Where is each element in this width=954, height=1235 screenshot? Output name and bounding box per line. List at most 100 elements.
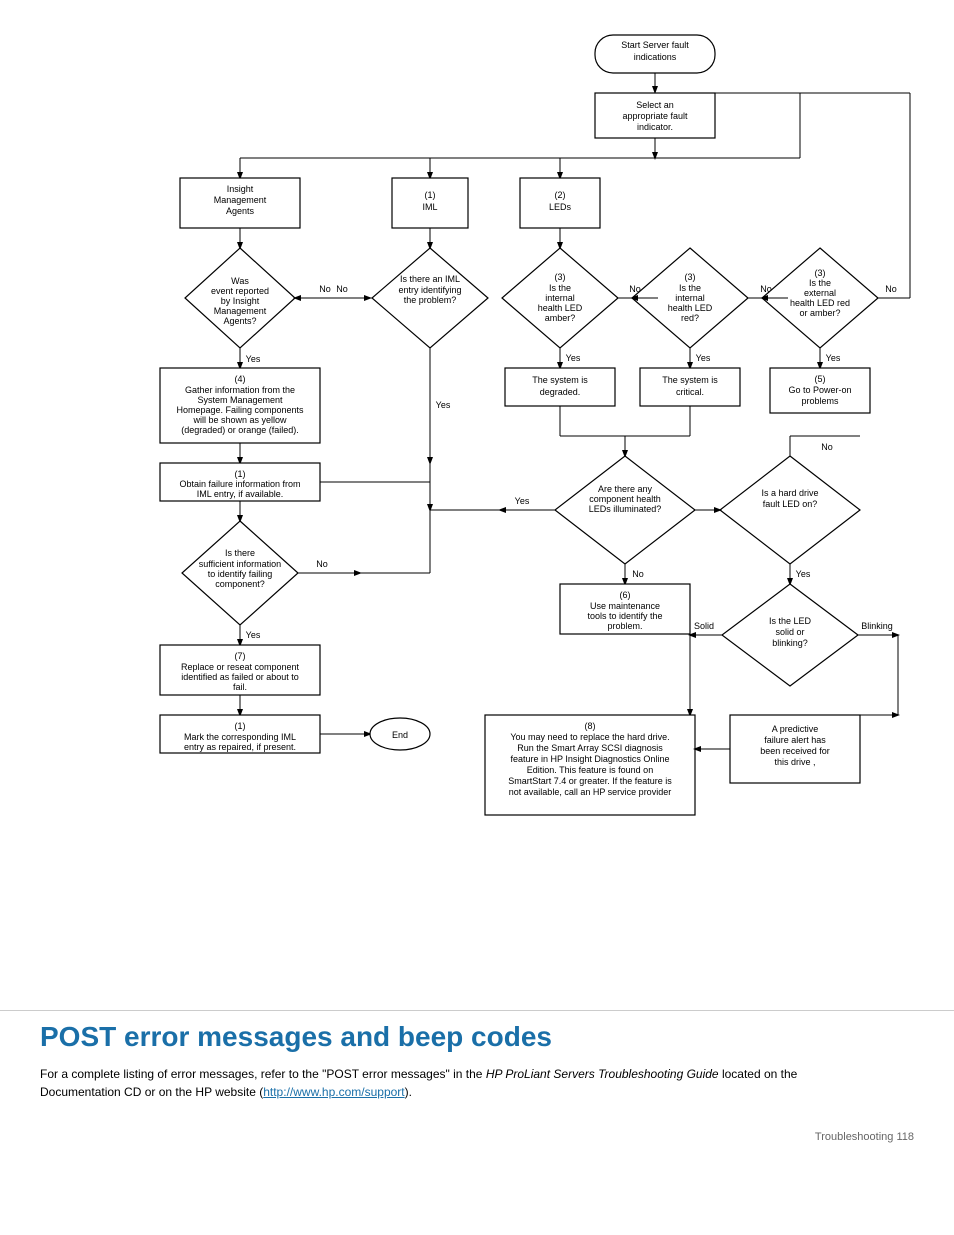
svg-text:No: No bbox=[319, 284, 331, 294]
svg-text:Yes: Yes bbox=[515, 496, 530, 506]
svg-text:internal: internal bbox=[545, 293, 575, 303]
svg-text:Select an: Select an bbox=[636, 100, 674, 110]
svg-text:(1): (1) bbox=[425, 190, 436, 200]
svg-text:event reported: event reported bbox=[211, 286, 269, 296]
svg-text:will be shown as yellow: will be shown as yellow bbox=[192, 415, 287, 425]
svg-text:(1): (1) bbox=[235, 469, 246, 479]
svg-text:Management: Management bbox=[214, 306, 267, 316]
svg-text:IML: IML bbox=[422, 202, 437, 212]
svg-text:to identify failing: to identify failing bbox=[208, 569, 273, 579]
svg-text:Is there an IML: Is there an IML bbox=[400, 274, 460, 284]
svg-text:Go to Power-on: Go to Power-on bbox=[788, 385, 851, 395]
svg-text:LEDs illuminated?: LEDs illuminated? bbox=[589, 504, 662, 514]
svg-text:Gather information from the: Gather information from the bbox=[185, 385, 295, 395]
svg-text:No: No bbox=[316, 559, 328, 569]
svg-text:Yes: Yes bbox=[826, 353, 841, 363]
svg-text:identified as failed or about: identified as failed or about to bbox=[181, 672, 299, 682]
post-body-italic: HP ProLiant Servers Troubleshooting Guid… bbox=[486, 1067, 719, 1081]
svg-text:red?: red? bbox=[681, 313, 699, 323]
svg-text:Yes: Yes bbox=[796, 569, 811, 579]
svg-text:tools to identify the: tools to identify the bbox=[587, 611, 662, 621]
post-title: POST error messages and beep codes bbox=[40, 1021, 914, 1053]
svg-text:(5): (5) bbox=[815, 374, 826, 384]
svg-text:degraded.: degraded. bbox=[540, 387, 581, 397]
flowchart-area: Start Server fault indications Select an… bbox=[40, 20, 920, 980]
svg-text:Was: Was bbox=[231, 276, 249, 286]
svg-text:component health: component health bbox=[589, 494, 661, 504]
svg-text:No: No bbox=[336, 284, 348, 294]
svg-text:Agents?: Agents? bbox=[223, 316, 256, 326]
svg-text:The system is: The system is bbox=[532, 375, 588, 385]
svg-text:(3): (3) bbox=[815, 268, 826, 278]
svg-text:(4): (4) bbox=[235, 374, 246, 384]
svg-text:component?: component? bbox=[215, 579, 265, 589]
post-link[interactable]: http://www.hp.com/support bbox=[263, 1085, 404, 1099]
svg-text:A predictive: A predictive bbox=[772, 724, 819, 734]
svg-text:(6): (6) bbox=[620, 590, 631, 600]
svg-text:Yes: Yes bbox=[696, 353, 711, 363]
svg-text:Obtain failure information fro: Obtain failure information from bbox=[179, 479, 300, 489]
svg-text:Homepage. Failing components: Homepage. Failing components bbox=[176, 405, 304, 415]
svg-text:SmartStart 7.4 or greater. If: SmartStart 7.4 or greater. If the featur… bbox=[508, 776, 672, 786]
svg-text:Is a hard drive: Is a hard drive bbox=[761, 488, 818, 498]
svg-text:Replace or reseat component: Replace or reseat component bbox=[181, 662, 300, 672]
svg-text:appropriate fault: appropriate fault bbox=[622, 111, 688, 121]
svg-text:Is the LED: Is the LED bbox=[769, 616, 812, 626]
svg-text:Run the Smart Array SCSI diagn: Run the Smart Array SCSI diagnosis bbox=[517, 743, 663, 753]
svg-text:(degraded) or orange (failed).: (degraded) or orange (failed). bbox=[181, 425, 299, 435]
svg-text:entry identifying: entry identifying bbox=[398, 285, 461, 295]
svg-text:the problem?: the problem? bbox=[404, 295, 457, 305]
svg-text:(3): (3) bbox=[555, 272, 566, 282]
svg-text:Edition. This feature is found: Edition. This feature is found on bbox=[527, 765, 653, 775]
post-body-part3: ). bbox=[405, 1085, 412, 1099]
svg-text:failure alert has: failure alert has bbox=[764, 735, 826, 745]
svg-text:Blinking: Blinking bbox=[861, 621, 893, 631]
svg-text:System Management: System Management bbox=[197, 395, 283, 405]
svg-text:(3): (3) bbox=[685, 272, 696, 282]
page-footer: Troubleshooting 118 bbox=[0, 1121, 954, 1153]
svg-text:sufficient information: sufficient information bbox=[199, 559, 281, 569]
svg-text:internal: internal bbox=[675, 293, 705, 303]
svg-text:amber?: amber? bbox=[545, 313, 576, 323]
svg-text:Are there any: Are there any bbox=[598, 484, 653, 494]
svg-text:Agents: Agents bbox=[226, 206, 255, 216]
svg-text:(7): (7) bbox=[235, 651, 246, 661]
svg-text:problem.: problem. bbox=[607, 621, 642, 631]
svg-text:LEDs: LEDs bbox=[549, 202, 572, 212]
svg-text:Solid: Solid bbox=[694, 621, 714, 631]
svg-text:Yes: Yes bbox=[246, 354, 261, 364]
svg-text:external: external bbox=[804, 288, 836, 298]
svg-text:fail.: fail. bbox=[233, 682, 247, 692]
svg-text:health LED: health LED bbox=[668, 303, 713, 313]
svg-text:You may need to replace the ha: You may need to replace the hard drive. bbox=[510, 732, 669, 742]
svg-text:not available, call an HP serv: not available, call an HP service provid… bbox=[509, 787, 671, 797]
svg-text:No: No bbox=[885, 284, 897, 294]
svg-text:entry as repaired, if present.: entry as repaired, if present. bbox=[184, 742, 296, 752]
svg-text:by Insight: by Insight bbox=[221, 296, 260, 306]
svg-text:feature in HP Insight Diagnost: feature in HP Insight Diagnostics Online bbox=[511, 754, 670, 764]
svg-text:Use maintenance: Use maintenance bbox=[590, 601, 660, 611]
svg-text:fault LED on?: fault LED on? bbox=[763, 499, 818, 509]
svg-text:(1): (1) bbox=[235, 721, 246, 731]
svg-text:critical.: critical. bbox=[676, 387, 704, 397]
svg-text:indications: indications bbox=[634, 52, 677, 62]
svg-text:this drive ,: this drive , bbox=[774, 757, 815, 767]
svg-text:(2): (2) bbox=[555, 190, 566, 200]
svg-text:or amber?: or amber? bbox=[799, 308, 840, 318]
svg-text:No: No bbox=[821, 442, 833, 452]
svg-text:indicator.: indicator. bbox=[637, 122, 673, 132]
svg-text:Is the: Is the bbox=[549, 283, 571, 293]
svg-text:health LED: health LED bbox=[538, 303, 583, 313]
svg-text:No: No bbox=[632, 569, 644, 579]
svg-text:Is the: Is the bbox=[679, 283, 701, 293]
svg-text:solid or: solid or bbox=[775, 627, 804, 637]
svg-text:Management: Management bbox=[214, 195, 267, 205]
svg-text:Yes: Yes bbox=[436, 400, 451, 410]
svg-text:Insight: Insight bbox=[227, 184, 254, 194]
svg-text:IML entry, if available.: IML entry, if available. bbox=[197, 489, 284, 499]
svg-text:Is there: Is there bbox=[225, 548, 255, 558]
svg-text:problems: problems bbox=[801, 396, 839, 406]
svg-text:health LED red: health LED red bbox=[790, 298, 850, 308]
svg-text:End: End bbox=[392, 730, 408, 740]
svg-text:Mark the corresponding IML: Mark the corresponding IML bbox=[184, 732, 296, 742]
